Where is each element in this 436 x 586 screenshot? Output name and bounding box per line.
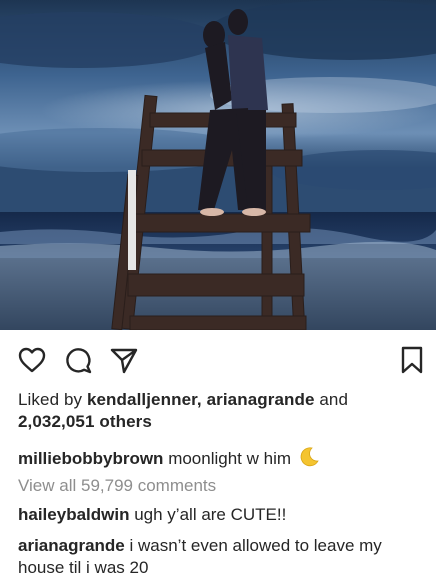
- liker-username[interactable]: arianagrande: [207, 390, 315, 409]
- caption-username[interactable]: milliebobbybrown: [18, 449, 163, 468]
- heart-icon[interactable]: [17, 345, 47, 375]
- likes-summary[interactable]: Liked by kendalljenner, arianagrande and…: [18, 389, 418, 433]
- view-all-comments-link[interactable]: View all 59,799 comments: [18, 475, 428, 497]
- likes-separator: ,: [196, 390, 202, 409]
- comment-username[interactable]: haileybaldwin: [18, 505, 129, 524]
- post-caption: milliebobbybrown moonlight w him: [18, 446, 428, 470]
- likes-prefix: Liked by: [18, 390, 83, 409]
- comment-text: ugh y’all are CUTE!!: [134, 505, 287, 524]
- bookmark-icon[interactable]: [397, 345, 427, 375]
- comment: haileybaldwin ugh y’all are CUTE!!: [18, 504, 428, 526]
- caption-text: moonlight w him: [168, 449, 292, 468]
- likes-count[interactable]: 2,032,051 others: [18, 412, 152, 431]
- post-photo[interactable]: [0, 0, 436, 330]
- likes-conjunction: and: [319, 390, 349, 409]
- crescent-moon-icon: [298, 446, 320, 468]
- comment-icon[interactable]: [63, 345, 93, 375]
- liker-username[interactable]: kendalljenner: [87, 390, 197, 409]
- share-icon[interactable]: [109, 345, 139, 375]
- comment-username[interactable]: arianagrande: [18, 536, 125, 555]
- action-bar: [0, 345, 436, 375]
- comment: arianagrande i wasn’t even allowed to le…: [18, 535, 424, 579]
